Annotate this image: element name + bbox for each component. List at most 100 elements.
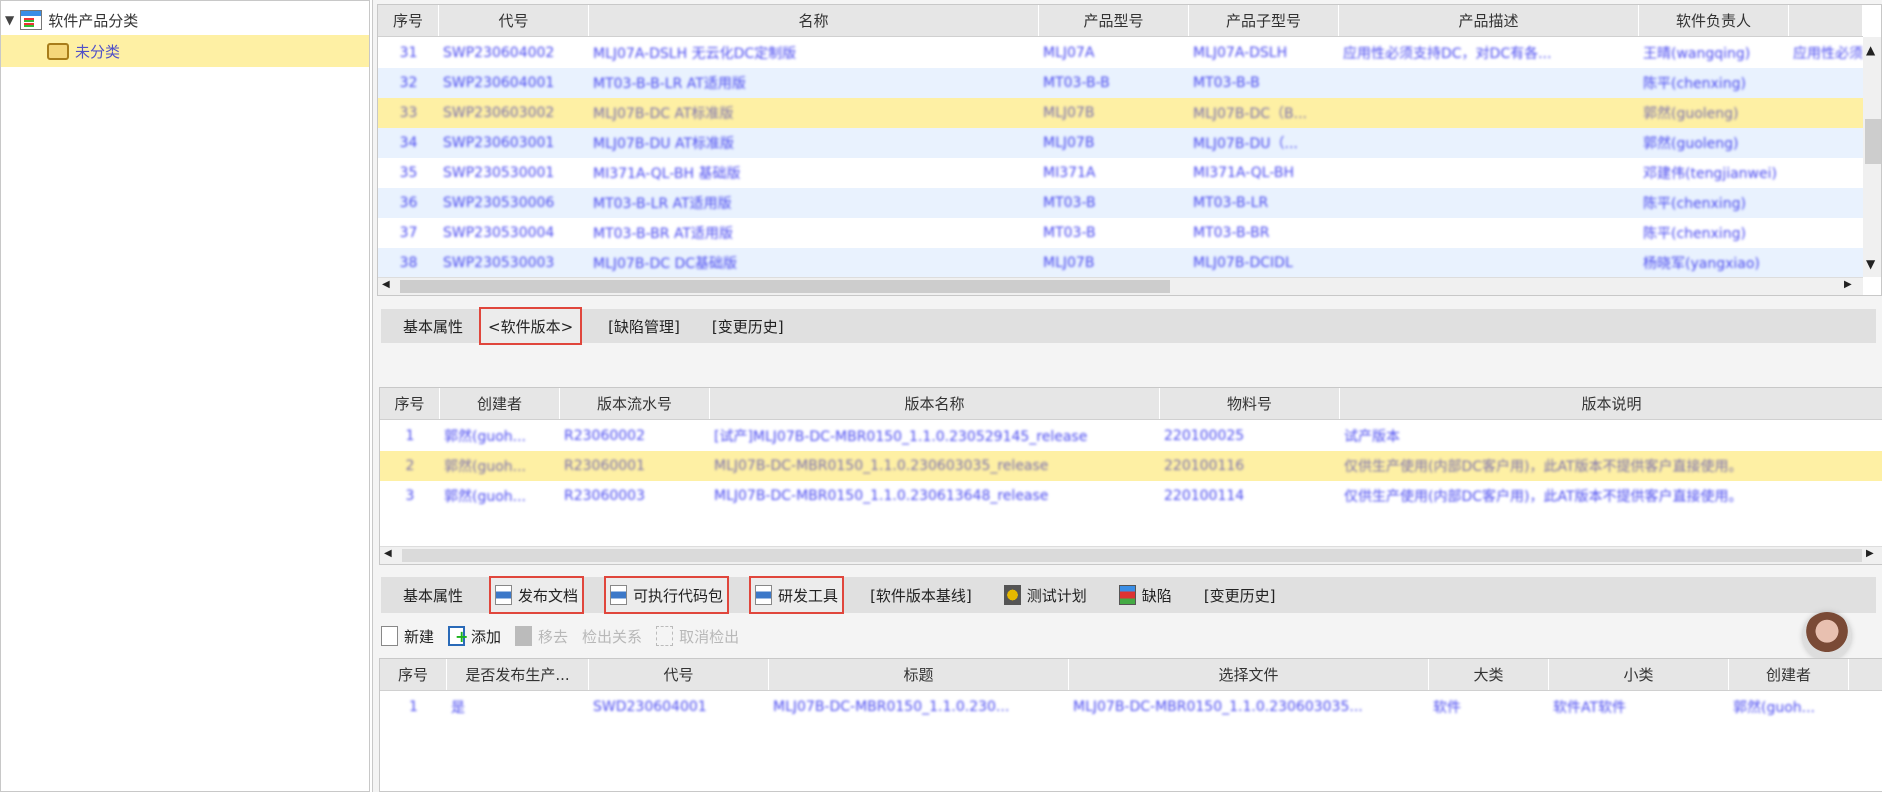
tab-0[interactable]: 基本属性	[397, 577, 469, 613]
tab-3[interactable]: 研发工具	[749, 576, 845, 614]
scroll-thumb[interactable]	[1865, 119, 1881, 164]
column-header[interactable]	[1849, 659, 1882, 690]
column-header[interactable]: 软件负责人	[1639, 5, 1789, 36]
product-row[interactable]: 33 SWP230603002 MLJ07B-DC AT标准版 MLJ07B MLJ07…	[378, 98, 1863, 128]
tab-software-version[interactable]: <软件版本>	[479, 307, 583, 345]
column-header[interactable]: 版本流水号	[560, 388, 710, 419]
scroll-left-icon[interactable]: ◀	[382, 279, 390, 290]
column-header[interactable]: 名称	[589, 5, 1039, 36]
tree-node-root[interactable]: ▼ 软件产品分类	[1, 5, 369, 35]
table-cell: MT03-B-B	[1193, 75, 1260, 91]
scroll-thumb[interactable]	[400, 280, 1170, 293]
column-header[interactable]: 序号	[380, 388, 440, 419]
column-header[interactable]: 代号	[439, 5, 589, 36]
table-cell: 陈平(chenxing)	[1643, 76, 1746, 92]
tab-defect-management[interactable]: [缺陷管理]	[602, 309, 686, 343]
table-cell: MLJ07B-DCIDL	[1193, 255, 1293, 271]
document-toolbar: 新建 + 添加 移去 检出关系 取消检出	[381, 622, 753, 650]
table-cell: MT03-B-B	[1043, 75, 1110, 91]
product-row[interactable]: 37 SWP230530004 MT03-B-BR AT适用版 MT03-B MT03-…	[378, 218, 1863, 248]
scroll-left-icon[interactable]: ◀	[384, 548, 392, 559]
table-cell: MLJ07B	[1043, 105, 1095, 121]
table-cell: MT03-B-BR	[1193, 225, 1270, 241]
scroll-thumb[interactable]	[402, 549, 1862, 562]
product-row[interactable]: 38 SWP230530003 MLJ07B-DC DC基础版 MLJ07B MLJ07…	[378, 248, 1863, 278]
column-header[interactable]: 小类	[1549, 659, 1729, 690]
table-cell: 仅供生产使用(内部DC客户用)，此AT版本不提供客户直接使用。	[1344, 459, 1743, 475]
document-row[interactable]: 1 是 SWD230604001 MLJ07B-DC-MBR0150_1.1.0.23…	[380, 692, 1882, 722]
document-icon	[495, 585, 513, 605]
product-row[interactable]: 34 SWP230603001 MLJ07B-DU AT标准版 MLJ07B MLJ07…	[378, 128, 1863, 158]
column-header[interactable]	[1789, 5, 1863, 36]
expand-triangle-icon[interactable]: ▼	[5, 13, 14, 27]
tab-5[interactable]: 测试计划	[998, 577, 1093, 613]
table-cell: SWP230604002	[443, 45, 555, 61]
table-cell: 陈平(chenxing)	[1643, 226, 1746, 242]
checkout-relation-button[interactable]: 检出关系	[582, 626, 642, 647]
table-cell: 32	[399, 75, 418, 91]
column-header[interactable]: 产品型号	[1039, 5, 1189, 36]
avatar[interactable]	[1803, 612, 1851, 660]
test-plan-icon	[1003, 585, 1021, 605]
table-cell: 34	[399, 135, 418, 151]
table-cell: 软件	[1433, 700, 1461, 716]
cancel-checkout-button[interactable]: 取消检出	[656, 626, 739, 647]
product-row[interactable]: 31 SWP230604002 MLJ07A-DSLH 无云化DC定制版 MLJ07A…	[378, 38, 1863, 68]
column-header[interactable]: 是否发布生产...	[447, 659, 589, 690]
scroll-up-icon[interactable]: ▲	[1866, 43, 1875, 57]
table-cell: 应用性必须支持DC，对DC有各...	[1343, 46, 1552, 62]
table-cell: MT03-B	[1043, 225, 1096, 241]
add-button[interactable]: + 添加	[448, 626, 501, 647]
remove-button[interactable]: 移去	[515, 626, 568, 647]
column-header[interactable]: 大类	[1429, 659, 1549, 690]
table-cell: 郭然(guoh...	[1733, 700, 1816, 716]
column-header[interactable]: 物料号	[1160, 388, 1340, 419]
tab-change-history[interactable]: [变更历史]	[706, 309, 790, 343]
product-row[interactable]: 32 SWP230604001 MT03-B-B-LR AT适用版 MT03-B-B M…	[378, 68, 1863, 98]
tab-4[interactable]: [软件版本基线]	[864, 577, 978, 613]
table-cell: MT03-B	[1043, 195, 1096, 211]
horizontal-scrollbar[interactable]: ◀ ▶	[380, 546, 1882, 564]
table-cell: MT03-B-B-LR AT适用版	[593, 76, 746, 92]
column-header[interactable]: 创建者	[440, 388, 560, 419]
scroll-down-icon[interactable]: ▼	[1866, 257, 1875, 271]
version-row[interactable]: 3 郭然(guoh... R23060003 MLJ07B-DC-MBR0150_1.…	[380, 481, 1882, 511]
column-header[interactable]: 选择文件	[1069, 659, 1429, 690]
table-cell: SWD230604001	[593, 699, 707, 715]
column-header[interactable]: 版本名称	[710, 388, 1160, 419]
tab-2[interactable]: 可执行代码包	[604, 576, 730, 614]
table-cell: 31	[399, 45, 418, 61]
column-header[interactable]: 标题	[769, 659, 1069, 690]
table-cell: MT03-B-LR	[1193, 195, 1269, 211]
product-row[interactable]: 36 SWP230530006 MT03-B-LR AT适用版 MT03-B MT03-…	[378, 188, 1863, 218]
table-cell: MT03-B-BR AT适用版	[593, 226, 733, 242]
new-button[interactable]: 新建	[381, 626, 434, 647]
scroll-right-icon[interactable]: ▶	[1844, 279, 1852, 290]
tab-1[interactable]: 发布文档	[489, 576, 585, 614]
table-cell: 试产版本	[1344, 429, 1400, 445]
scroll-right-icon[interactable]: ▶	[1866, 548, 1874, 559]
tab-basic-properties[interactable]: 基本属性	[397, 309, 469, 343]
table-cell: R23060002	[564, 428, 645, 444]
version-row[interactable]: 1 郭然(guoh... R23060002 [试产]MLJ07B-DC-MBR015…	[380, 421, 1882, 451]
table-cell: MLJ07B-DC DC基础版	[593, 256, 738, 272]
table-cell: SWP230530006	[443, 195, 555, 211]
tree-node-uncategorized[interactable]: 未分类	[1, 35, 369, 67]
column-header[interactable]: 序号	[378, 5, 439, 36]
column-header[interactable]: 创建者	[1729, 659, 1849, 690]
vertical-scrollbar[interactable]: ▲ ▼	[1863, 37, 1881, 277]
tab-7[interactable]: [变更历史]	[1198, 577, 1282, 613]
table-cell: MLJ07A-DSLH	[1193, 45, 1288, 61]
column-header[interactable]: 版本说明	[1340, 388, 1882, 419]
table-cell: SWP230530001	[443, 165, 555, 181]
column-header[interactable]: 产品描述	[1339, 5, 1639, 36]
column-header[interactable]: 序号	[380, 659, 447, 690]
column-header[interactable]: 代号	[589, 659, 769, 690]
table-cell: 陈平(chenxing)	[1643, 196, 1746, 212]
product-row[interactable]: 35 SWP230530001 MI371A-QL-BH 基础版 MI371A MI37…	[378, 158, 1863, 188]
horizontal-scrollbar[interactable]: ◀ ▶	[378, 277, 1863, 295]
tab-6[interactable]: 缺陷	[1113, 577, 1178, 613]
version-row[interactable]: 2 郭然(guoh... R23060001 MLJ07B-DC-MBR0150_1.…	[380, 451, 1882, 481]
column-header[interactable]: 产品子型号	[1189, 5, 1339, 36]
table-cell: 2	[405, 458, 415, 474]
